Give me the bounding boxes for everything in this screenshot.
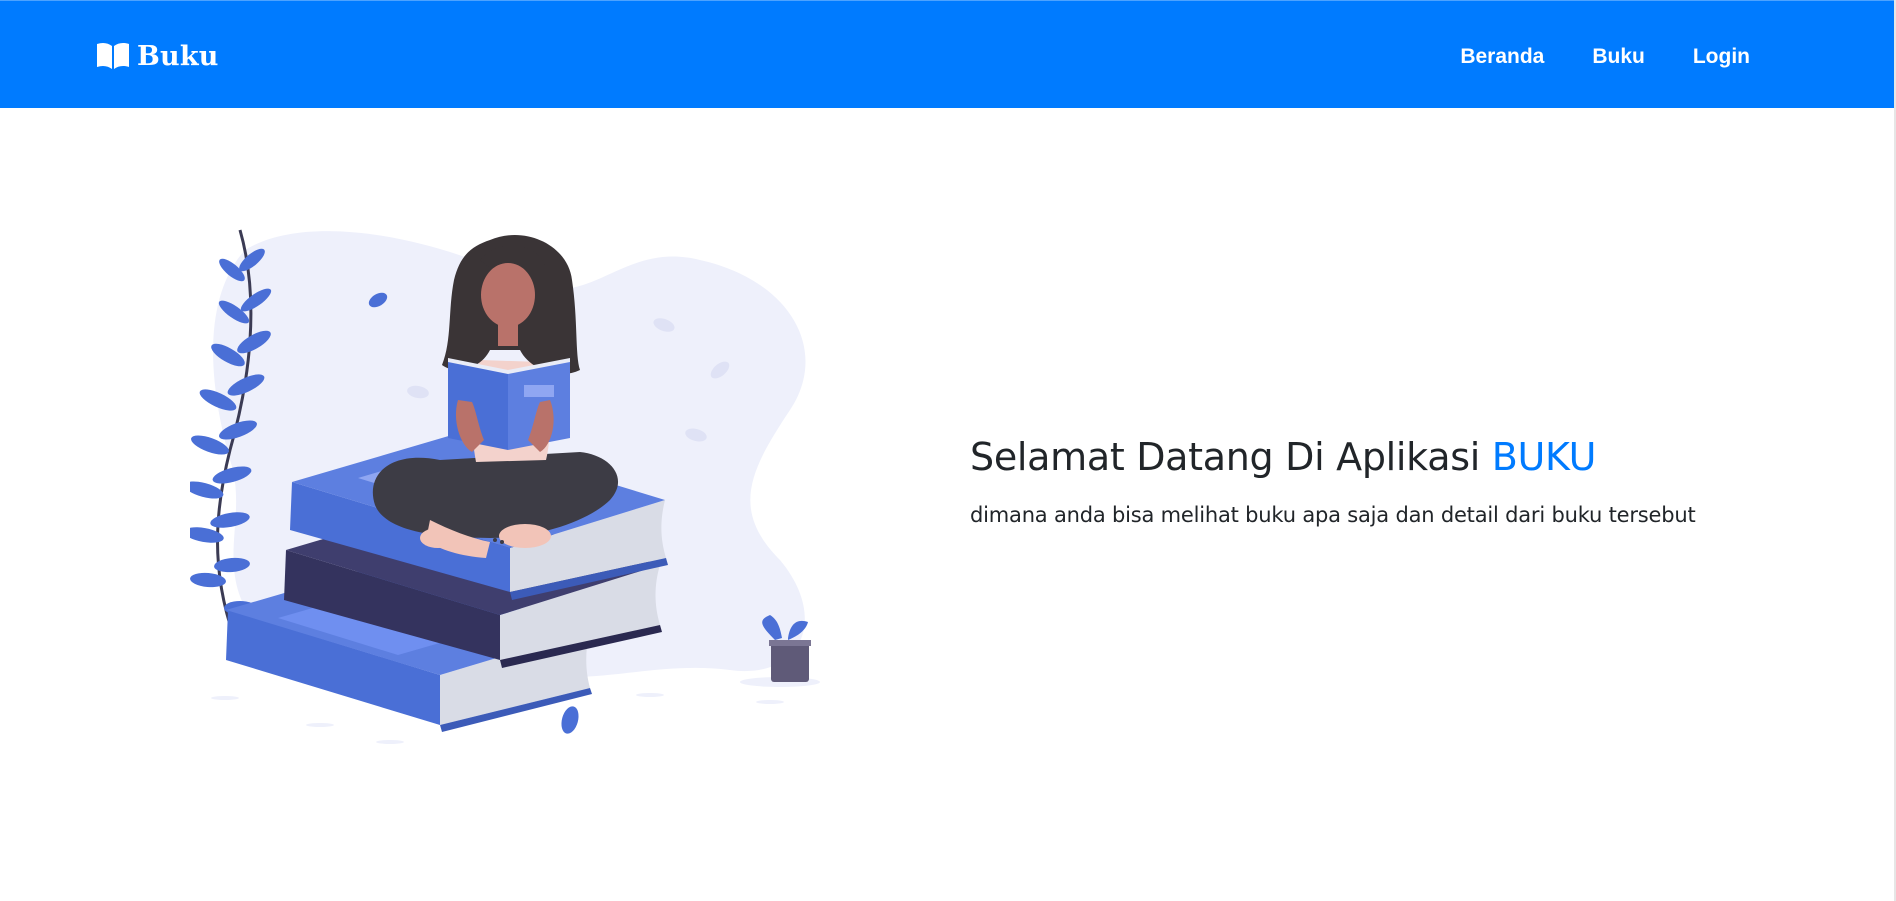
hero-text: Selamat Datang Di Aplikasi BUKU dimana a…: [970, 432, 1850, 530]
nav-link-login[interactable]: Login: [1669, 39, 1774, 75]
brand-link[interactable]: Buku: [95, 39, 219, 73]
page: Buku Beranda Buku Login Selamat Datang D…: [0, 0, 1896, 901]
nav-link-buku[interactable]: Buku: [1568, 39, 1669, 75]
hero-subtitle: dimana anda bisa melihat buku apa saja d…: [970, 503, 1696, 527]
nav-menu: Beranda Buku Login: [1436, 39, 1774, 75]
navbar: Buku Beranda Buku Login: [0, 0, 1894, 108]
hero-title-text: Selamat Datang Di Aplikasi: [970, 435, 1480, 479]
hero-illustration: [184, 220, 850, 750]
hero-title-accent: BUKU: [1491, 435, 1597, 479]
open-book-icon: [95, 41, 131, 71]
nav-link-beranda[interactable]: Beranda: [1436, 39, 1568, 75]
hero-title: Selamat Datang Di Aplikasi BUKU: [970, 432, 1850, 482]
brand-label: Buku: [137, 40, 219, 72]
